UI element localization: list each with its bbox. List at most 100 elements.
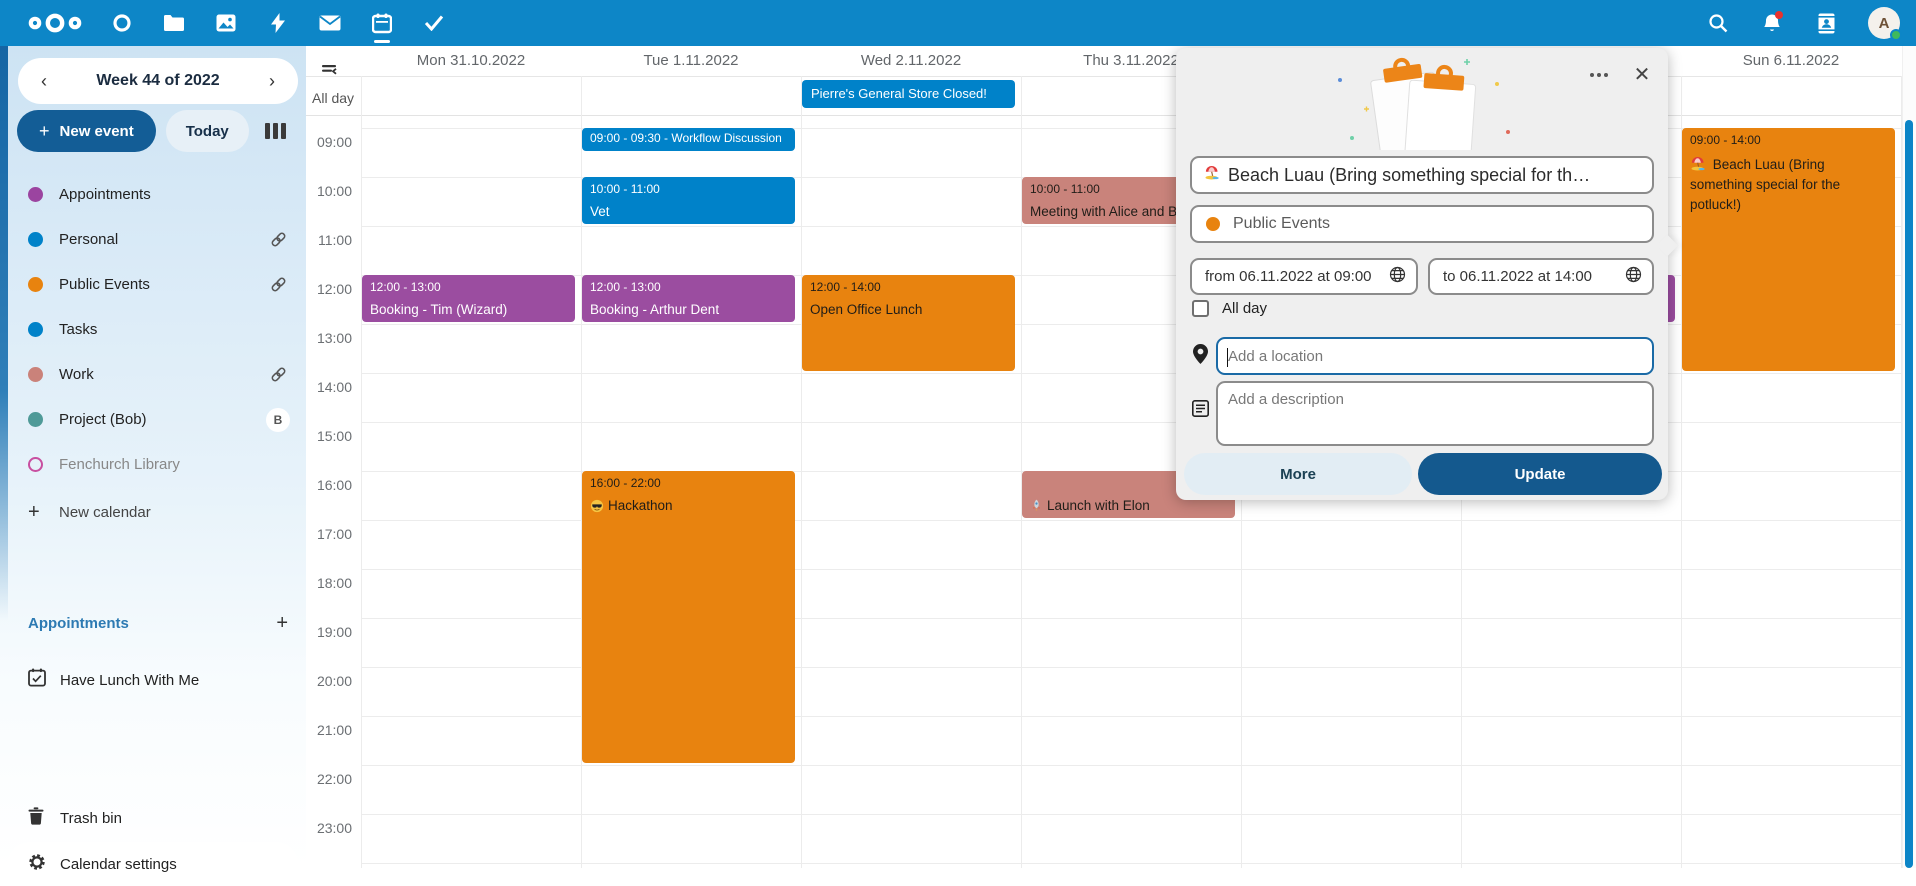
scrollbar-track: [1902, 46, 1916, 868]
hour-line: [361, 373, 1901, 374]
calendar-event[interactable]: 09:00 - 14:00 Beach Luau (Bring somethin…: [1682, 128, 1895, 371]
grid-line: [581, 76, 582, 116]
event-time: 16:00 - 22:00: [590, 476, 787, 490]
sidebar-calendar-project-bob-[interactable]: Project (Bob)B: [0, 397, 306, 442]
notification-badge: [1775, 11, 1783, 19]
calendar-color-dot[interactable]: [28, 457, 43, 472]
contacts-app-icon[interactable]: [110, 0, 134, 46]
notifications-bell-icon[interactable]: [1760, 11, 1784, 35]
allday-event[interactable]: Pierre's General Store Closed!: [802, 80, 1015, 108]
calendar-name: Appointments: [59, 186, 290, 203]
more-button[interactable]: More: [1184, 453, 1412, 495]
event-title: Launch with Elon: [1030, 498, 1227, 513]
calendar-event[interactable]: 12:00 - 13:00Booking - Arthur Dent: [582, 275, 795, 322]
tasks-app-icon[interactable]: [422, 0, 446, 46]
calendar-color-dot: [1206, 217, 1220, 231]
files-app-icon[interactable]: [162, 0, 186, 46]
time-label: 11:00: [306, 232, 352, 248]
app-menu: [110, 0, 446, 46]
calendar-color-dot[interactable]: [28, 322, 43, 337]
event-time: 10:00 - 11:00: [590, 182, 787, 196]
allday-checkbox[interactable]: [1192, 300, 1209, 317]
grid-line: [361, 76, 362, 116]
allday-checkbox-row[interactable]: All day: [1192, 300, 1267, 317]
close-icon[interactable]: ✕: [1628, 60, 1656, 88]
nextcloud-logo[interactable]: [26, 12, 84, 34]
time-label: 22:00: [306, 771, 352, 787]
share-link-icon[interactable]: [266, 228, 290, 252]
day-header[interactable]: Mon 31.10.2022: [361, 46, 581, 76]
sidebar-calendar-personal[interactable]: Personal: [0, 217, 306, 262]
sidebar-calendar-fenchurch-library[interactable]: Fenchurch Library: [0, 442, 306, 487]
calendar-grid: Mon 31.10.2022Tue 1.11.2022Wed 2.11.2022…: [306, 46, 1916, 868]
calendar-app-icon[interactable]: [370, 0, 394, 46]
share-link-icon[interactable]: [266, 363, 290, 387]
next-week-button[interactable]: ›: [260, 71, 284, 92]
new-calendar-button[interactable]: + New calendar: [0, 490, 306, 534]
event-title-field[interactable]: Beach Luau (Bring something special for …: [1190, 156, 1654, 194]
event-editor-popup: ✕ Beach Luau (Bring something special fo…: [1176, 48, 1668, 500]
mail-app-icon[interactable]: [318, 0, 342, 46]
sidebar-calendar-public-events[interactable]: Public Events: [0, 262, 306, 307]
event-time: 09:00 - 14:00: [1690, 133, 1887, 147]
activity-app-icon[interactable]: [266, 0, 290, 46]
timezone-globe-icon[interactable]: [1389, 266, 1406, 288]
photos-app-icon[interactable]: [214, 0, 238, 46]
calendar-check-icon: [28, 668, 46, 692]
time-label: 10:00: [306, 183, 352, 199]
event-title: Vet: [590, 204, 787, 219]
add-appointment-button[interactable]: +: [276, 612, 288, 635]
sidebar-calendar-tasks[interactable]: Tasks: [0, 307, 306, 352]
view-columns-icon[interactable]: [265, 123, 286, 139]
calendar-event[interactable]: 10:00 - 11:00 Vet: [582, 177, 795, 224]
calendar-color-dot[interactable]: [28, 187, 43, 202]
location-pin-icon: [1193, 344, 1208, 369]
event-title: Beach Luau (Bring something special for …: [1690, 155, 1887, 215]
sidebar-calendar-work[interactable]: Work: [0, 352, 306, 397]
calendar-event[interactable]: 16:00 - 22:00 Hackathon: [582, 471, 795, 763]
event-time: 12:00 - 13:00: [370, 280, 567, 294]
description-input[interactable]: [1218, 383, 1652, 444]
hour-line: [361, 226, 1901, 227]
calendar-select[interactable]: Public Events: [1190, 205, 1654, 243]
day-header[interactable]: Sun 6.11.2022: [1681, 46, 1901, 76]
event-title: Booking - Arthur Dent: [590, 302, 787, 317]
calendar-color-dot[interactable]: [28, 232, 43, 247]
time-label: 20:00: [306, 673, 352, 689]
previous-week-button[interactable]: ‹: [32, 71, 56, 92]
contacts-menu-icon[interactable]: [1814, 11, 1838, 35]
calendar-color-dot[interactable]: [28, 277, 43, 292]
calendar-list: Appointments PersonalPublic EventsTasksWo…: [0, 172, 306, 487]
sidebar-calendar-appointments[interactable]: Appointments: [0, 172, 306, 217]
today-button[interactable]: Today: [166, 110, 249, 152]
calendar-event[interactable]: 12:00 - 13:00Booking - Tim (Wizard): [362, 275, 575, 322]
appointment-item[interactable]: Have Lunch With Me: [0, 658, 306, 702]
end-datetime-field[interactable]: to 06.11.2022 at 14:00: [1428, 258, 1654, 295]
hour-line: [361, 324, 1901, 325]
calendar-settings-button[interactable]: Calendar settings: [8, 842, 298, 886]
scrollbar-thumb[interactable]: [1905, 120, 1913, 868]
update-button[interactable]: Update: [1418, 453, 1662, 495]
calendar-event[interactable]: 12:00 - 14:00Open Office Lunch: [802, 275, 1015, 371]
day-header[interactable]: Tue 1.11.2022: [581, 46, 801, 76]
search-icon[interactable]: [1706, 11, 1730, 35]
start-datetime-field[interactable]: from 06.11.2022 at 09:00: [1190, 258, 1418, 295]
new-event-button[interactable]: + New event: [17, 110, 156, 152]
share-link-icon[interactable]: [266, 273, 290, 297]
user-avatar[interactable]: A: [1868, 7, 1900, 39]
timezone-globe-icon[interactable]: [1625, 266, 1642, 288]
avatar-letter: A: [1879, 15, 1890, 32]
calendar-color-dot[interactable]: [28, 367, 43, 382]
trash-bin-button[interactable]: Trash bin: [0, 798, 306, 838]
location-input[interactable]: [1218, 339, 1652, 373]
popup-actions-menu-icon[interactable]: [1584, 62, 1614, 88]
calendar-name: Project (Bob): [59, 411, 266, 428]
text-caret: [1227, 348, 1228, 367]
event-title: 09:00 - 09:30 - Workflow Discussion: [590, 131, 787, 145]
description-icon: [1192, 400, 1209, 422]
top-bar: A: [0, 0, 1916, 46]
calendar-event[interactable]: 09:00 - 09:30 - Workflow Discussion: [582, 128, 795, 151]
time-label: 21:00: [306, 722, 352, 738]
day-header[interactable]: Wed 2.11.2022: [801, 46, 1021, 76]
calendar-color-dot[interactable]: [28, 412, 43, 427]
